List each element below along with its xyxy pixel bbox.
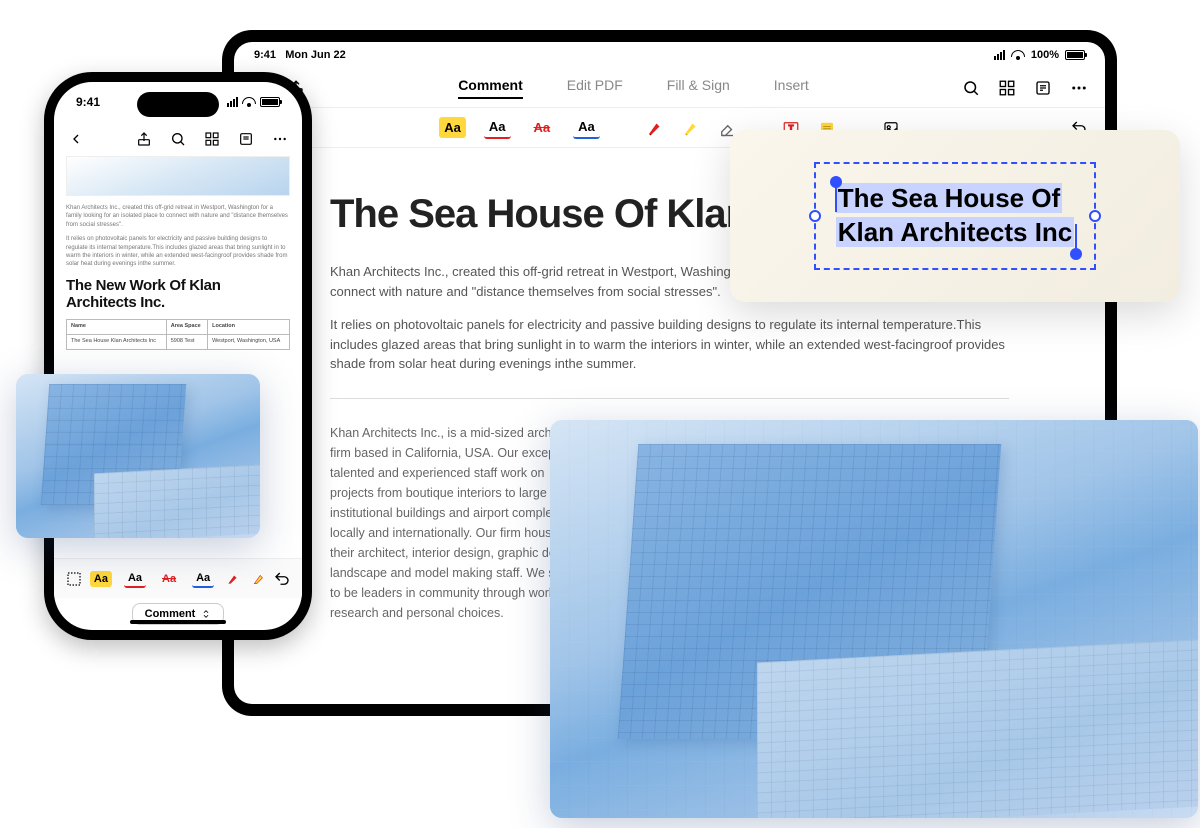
sidebar-button[interactable] (236, 129, 256, 149)
selected-text-line2: Klan Architects Inc (836, 217, 1075, 247)
th-location: Location (208, 320, 290, 335)
signal-icon (994, 50, 1005, 60)
tab-insert[interactable]: Insert (774, 77, 809, 99)
ipad-date: Mon Jun 22 (285, 49, 346, 61)
highlight-tool[interactable]: Aa (439, 117, 466, 138)
marker-red-tool[interactable] (226, 572, 240, 586)
selection-tool[interactable] (64, 569, 84, 589)
phone-heading: The New Work Of Klan Architects Inc. (66, 277, 290, 312)
ipad-top-toolbar: Comment Edit PDF Fill & Sign Insert (234, 68, 1105, 108)
marker-yellow-tool[interactable] (252, 572, 266, 586)
eraser-tool[interactable] (718, 119, 736, 137)
share-button[interactable] (134, 129, 154, 149)
selection-box[interactable]: The Sea House Of Klan Architects Inc (814, 162, 1097, 270)
highlight-tool[interactable]: Aa (90, 571, 112, 587)
phone-paragraph-1: Khan Architects Inc., created this off-g… (66, 204, 290, 229)
marker-red-tool[interactable] (646, 119, 664, 137)
th-name: Name (67, 320, 167, 335)
ipad-time: 9:41 (254, 49, 276, 61)
phone-table: Name Area Space Location The Sea House K… (66, 319, 290, 349)
grid-button[interactable] (997, 78, 1017, 98)
mode-label: Comment (145, 608, 196, 620)
signal-icon (227, 97, 238, 107)
wifi-icon (242, 97, 256, 107)
phone-paragraph-2: It relies on photovoltaic panels for ele… (66, 235, 290, 269)
sidebar-button[interactable] (1033, 78, 1053, 98)
iphone-nav-bar (54, 122, 302, 156)
grid-button[interactable] (202, 129, 222, 149)
selection-handle-end[interactable] (1070, 248, 1082, 260)
ipad-status-bar: 9:41 Mon Jun 22 100% (234, 42, 1105, 68)
td-location: Westport, Washington, USA (208, 334, 290, 349)
iphone-notch (137, 92, 219, 117)
iphone-screen: 9:41 Khan Architects Inc., created this … (54, 82, 302, 630)
iphone-frame: 9:41 Khan Architects Inc., created this … (44, 72, 312, 640)
underline-tool[interactable]: Aa (124, 570, 146, 588)
home-indicator[interactable] (130, 620, 226, 624)
marker-yellow-tool[interactable] (682, 119, 700, 137)
squiggly-tool[interactable]: Aa (192, 570, 214, 588)
underline-tool[interactable]: Aa (484, 116, 511, 139)
selected-text-line1: The Sea House Of (836, 183, 1063, 213)
selection-caret-start (835, 182, 837, 212)
th-area: Area Space (166, 320, 207, 335)
battery-icon (1065, 50, 1085, 60)
td-name: The Sea House Klan Architects Inc (67, 334, 167, 349)
tab-edit-pdf[interactable]: Edit PDF (567, 77, 623, 99)
tab-comment[interactable]: Comment (458, 77, 523, 99)
battery-icon (260, 97, 280, 107)
chevron-updown-icon (201, 609, 211, 619)
selection-handle-right[interactable] (1089, 210, 1101, 222)
more-button[interactable] (1069, 78, 1089, 98)
selection-callout: The Sea House Of Klan Architects Inc (730, 130, 1180, 302)
strikethrough-tool[interactable]: Aa (158, 571, 180, 587)
building-image-large (550, 420, 1198, 818)
search-button[interactable] (961, 78, 981, 98)
wifi-icon (1011, 50, 1025, 60)
iphone-time: 9:41 (76, 95, 100, 109)
td-area: 5908 Test (166, 334, 207, 349)
hero-image (66, 156, 290, 196)
divider (330, 398, 1009, 399)
search-button[interactable] (168, 129, 188, 149)
selection-handle-left[interactable] (809, 210, 821, 222)
undo-button[interactable] (272, 569, 292, 589)
tab-fill-sign[interactable]: Fill & Sign (667, 77, 730, 99)
squiggly-tool[interactable]: Aa (573, 116, 600, 139)
more-button[interactable] (270, 129, 290, 149)
back-button[interactable] (66, 129, 86, 149)
strikethrough-tool[interactable]: Aa (529, 117, 556, 138)
iphone-mode-bar: Comment (54, 598, 302, 630)
iphone-annotation-toolbar: Aa Aa Aa Aa (54, 558, 302, 598)
battery-percent: 100% (1031, 49, 1059, 61)
building-image-small (16, 374, 260, 538)
document-paragraph-2: It relies on photovoltaic panels for ele… (330, 315, 1009, 374)
